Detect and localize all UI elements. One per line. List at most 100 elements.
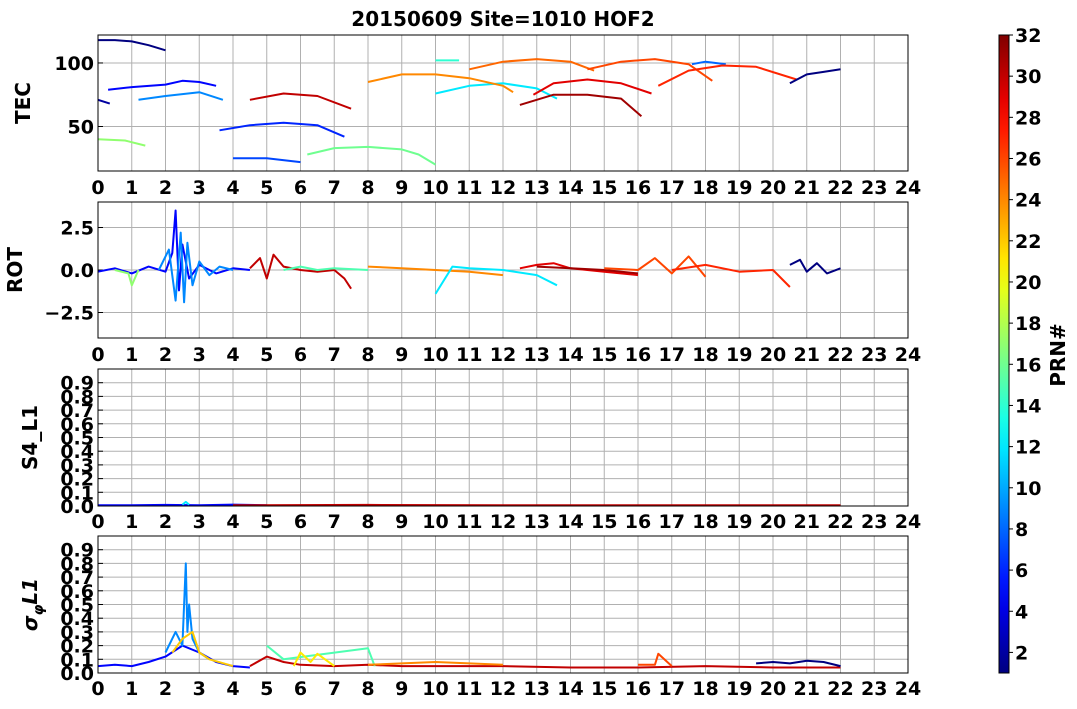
colorbar-tick-label: 6 bbox=[1015, 560, 1028, 582]
x-tick-label: 1 bbox=[125, 344, 138, 366]
x-tick-label: 14 bbox=[557, 511, 583, 533]
x-tick-label: 0 bbox=[91, 177, 104, 199]
colorbar-tick-label: 4 bbox=[1015, 601, 1028, 623]
colorbar-label: PRN# bbox=[1046, 323, 1070, 387]
x-tick-label: 3 bbox=[193, 177, 206, 199]
x-tick-label: 5 bbox=[260, 511, 273, 533]
x-tick-label: 13 bbox=[524, 511, 550, 533]
colorbar-gradient bbox=[998, 34, 1010, 674]
x-tick-label: 9 bbox=[395, 177, 408, 199]
x-tick-label: 13 bbox=[524, 344, 550, 366]
x-tick-label: 21 bbox=[794, 344, 820, 366]
x-tick-label: 16 bbox=[625, 177, 651, 199]
x-tick-label: 8 bbox=[361, 678, 374, 700]
y-axis-label: ROT bbox=[3, 247, 27, 293]
colorbar-tick-label: 18 bbox=[1015, 313, 1041, 335]
x-tick-label: 24 bbox=[895, 511, 921, 533]
x-tick-label: 19 bbox=[726, 344, 752, 366]
x-tick-label: 20 bbox=[760, 177, 786, 199]
x-tick-label: 14 bbox=[557, 177, 583, 199]
x-tick-label: 4 bbox=[226, 177, 239, 199]
x-tick-label: 12 bbox=[490, 177, 516, 199]
x-tick-label: 23 bbox=[861, 511, 887, 533]
x-tick-label: 21 bbox=[794, 678, 820, 700]
x-tick-label: 4 bbox=[226, 678, 239, 700]
x-tick-label: 19 bbox=[726, 511, 752, 533]
x-tick-label: 24 bbox=[895, 344, 921, 366]
figure: 20150609 Site=1010 HOF2 0 1 2 3 4 5 6 7 8 9 10 11 12… bbox=[3, 7, 1070, 700]
x-tick-label: 0 bbox=[91, 344, 104, 366]
x-tick-label: 6 bbox=[294, 177, 307, 199]
x-tick-label: 23 bbox=[861, 177, 887, 199]
tec-panel: 0 1 2 3 4 5 6 7 8 9 10 11 12 13 14 15 16 17 18 19 20 21 22 23 24… bbox=[11, 34, 921, 199]
x-tick-label: 4 bbox=[226, 344, 239, 366]
x-tick-label: 19 bbox=[726, 678, 752, 700]
x-tick-label: 20 bbox=[760, 511, 786, 533]
y-tick-label: 100 bbox=[54, 53, 94, 75]
x-tick-label: 18 bbox=[692, 177, 718, 199]
colorbar-tick-label: 2 bbox=[1015, 642, 1028, 664]
colorbar-tick-label: 26 bbox=[1015, 148, 1041, 170]
x-tick-label: 9 bbox=[395, 678, 408, 700]
y-tick-label: 0.0 bbox=[60, 260, 94, 282]
x-tick-label: 16 bbox=[625, 678, 651, 700]
x-tick-label: 3 bbox=[193, 678, 206, 700]
y-tick-label: 50 bbox=[68, 117, 94, 139]
colorbar-tick-label: 12 bbox=[1015, 437, 1041, 459]
x-tick-label: 6 bbox=[294, 678, 307, 700]
x-tick-label: 2 bbox=[159, 177, 172, 199]
x-tick-label: 5 bbox=[260, 177, 273, 199]
x-tick-label: 2 bbox=[159, 511, 172, 533]
x-tick-label: 17 bbox=[659, 177, 685, 199]
x-tick-label: 22 bbox=[827, 177, 853, 199]
x-tick-label: 11 bbox=[456, 344, 482, 366]
x-tick-label: 10 bbox=[422, 678, 448, 700]
x-tick-label: 15 bbox=[591, 511, 617, 533]
x-tick-label: 19 bbox=[726, 177, 752, 199]
y-axis-label: σφL1 bbox=[18, 578, 47, 631]
rot-panel: 0 1 2 3 4 5 6 7 8 9 10 11 12 13 14 15 16 17 18 19 20 21 22 23 24… bbox=[3, 201, 921, 366]
x-tick-label: 2 bbox=[159, 344, 172, 366]
x-tick-label: 23 bbox=[861, 678, 887, 700]
x-tick-label: 12 bbox=[490, 678, 516, 700]
x-tick-label: 9 bbox=[395, 344, 408, 366]
x-tick-label: 14 bbox=[557, 678, 583, 700]
chart-title: 20150609 Site=1010 HOF2 bbox=[351, 7, 654, 31]
x-tick-label: 22 bbox=[827, 344, 853, 366]
x-tick-label: 14 bbox=[557, 344, 583, 366]
x-tick-label: 2 bbox=[159, 678, 172, 700]
x-tick-label: 9 bbox=[395, 511, 408, 533]
x-tick-label: 1 bbox=[125, 511, 138, 533]
x-tick-label: 20 bbox=[760, 678, 786, 700]
x-tick-label: 11 bbox=[456, 678, 482, 700]
x-tick-label: 18 bbox=[692, 344, 718, 366]
y-tick-label: 0.9 bbox=[60, 540, 94, 562]
y-tick-label: 0.9 bbox=[60, 373, 94, 395]
colorbar-tick-label: 8 bbox=[1015, 519, 1028, 541]
x-tick-label: 17 bbox=[659, 344, 685, 366]
colorbar-tick-label: 14 bbox=[1015, 395, 1041, 417]
x-tick-label: 22 bbox=[827, 678, 853, 700]
x-tick-label: 15 bbox=[591, 177, 617, 199]
x-tick-label: 6 bbox=[294, 344, 307, 366]
colorbar-tick-label: 24 bbox=[1015, 190, 1041, 212]
x-tick-label: 21 bbox=[794, 511, 820, 533]
x-tick-label: 21 bbox=[794, 177, 820, 199]
x-tick-label: 18 bbox=[692, 678, 718, 700]
x-tick-label: 7 bbox=[328, 511, 341, 533]
x-tick-label: 3 bbox=[193, 511, 206, 533]
x-tick-label: 11 bbox=[456, 177, 482, 199]
colorbar: 2468101214161820222426283032PRN# bbox=[998, 25, 1070, 674]
x-tick-label: 3 bbox=[193, 344, 206, 366]
x-tick-label: 8 bbox=[361, 511, 374, 533]
x-tick-label: 16 bbox=[625, 511, 651, 533]
x-tick-label: 11 bbox=[456, 511, 482, 533]
x-tick-label: 18 bbox=[692, 511, 718, 533]
x-tick-label: 13 bbox=[524, 678, 550, 700]
colorbar-tick-label: 22 bbox=[1015, 231, 1041, 253]
sigma-phi-panel: 0 1 2 3 4 5 6 7 8 9 10 11 12 13 14 15 16 17 18 19 20 21 22 23 24… bbox=[18, 535, 921, 700]
x-tick-label: 17 bbox=[659, 511, 685, 533]
x-tick-label: 6 bbox=[294, 511, 307, 533]
x-tick-label: 12 bbox=[490, 344, 516, 366]
x-tick-label: 20 bbox=[760, 344, 786, 366]
